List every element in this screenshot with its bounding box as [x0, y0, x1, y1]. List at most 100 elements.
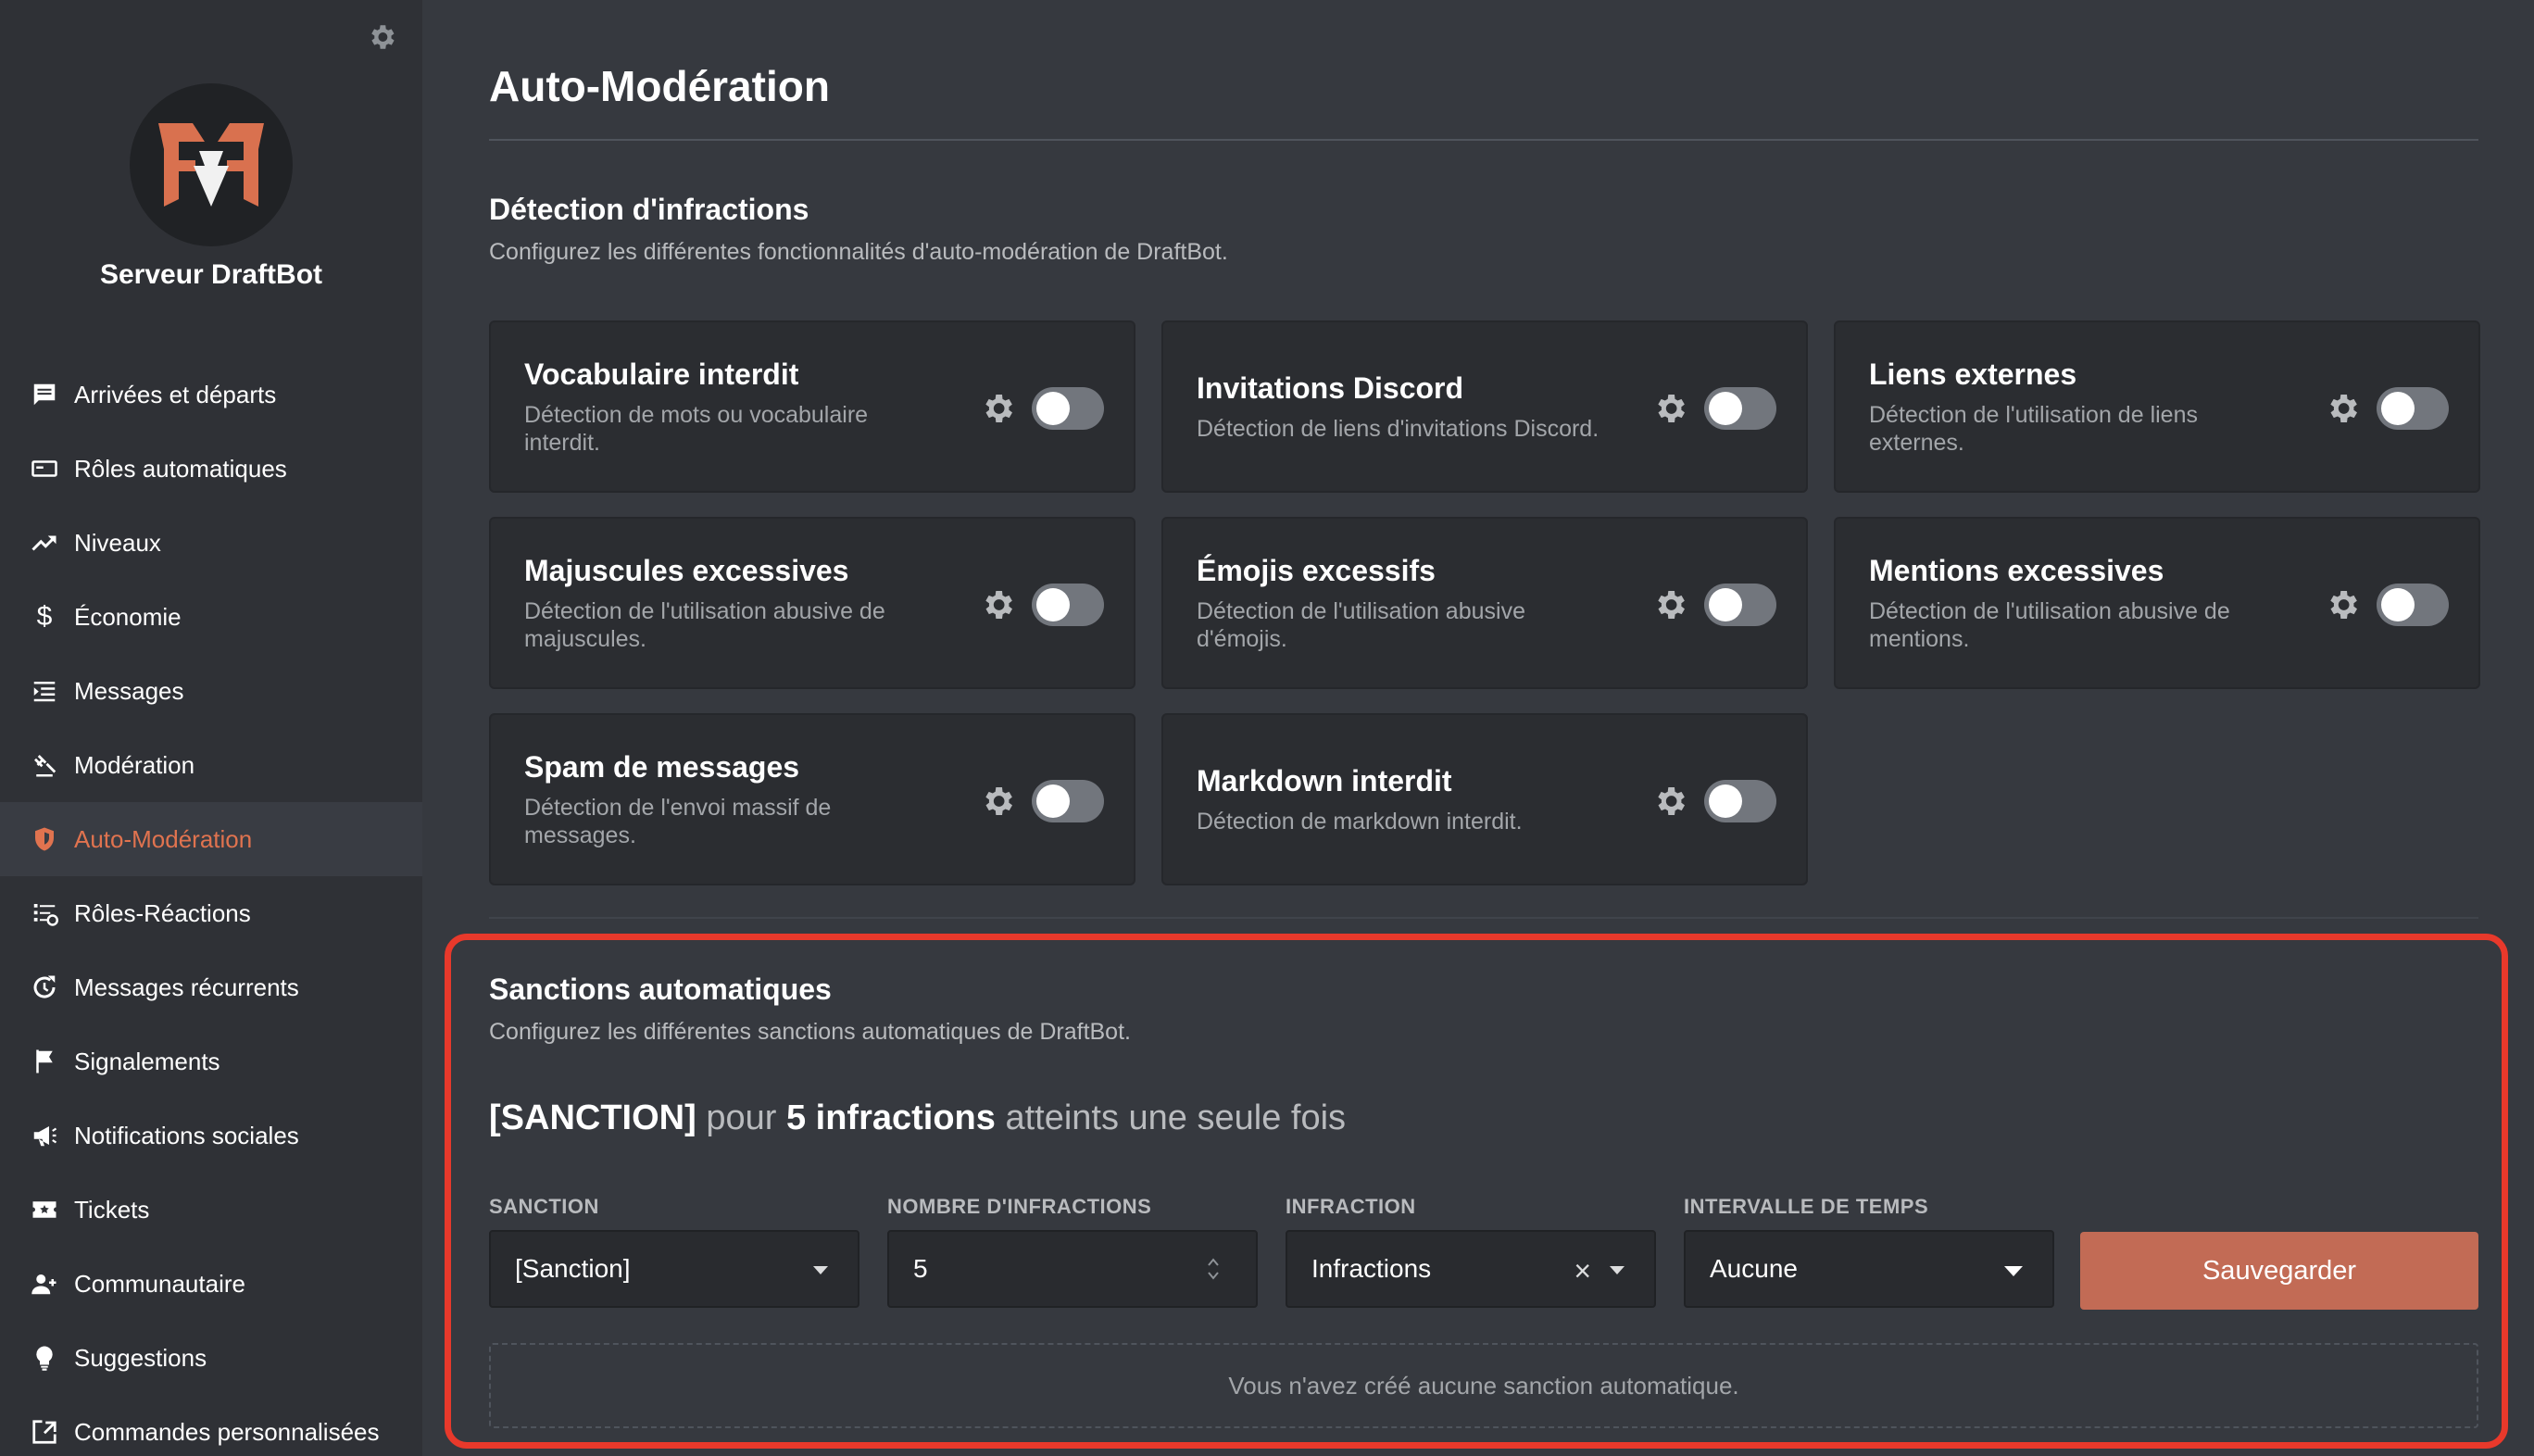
feature-toggle[interactable]	[1704, 387, 1776, 430]
feature-toggle[interactable]	[1704, 780, 1776, 822]
sidebar-item-label: Messages récurrents	[74, 973, 299, 1001]
toggle-knob	[2381, 588, 2415, 621]
card-description: Détection de markdown interdit.	[1197, 808, 1523, 835]
sidebar-item-economie[interactable]: $ Économie	[0, 580, 422, 654]
card-description: Détection de liens d'invitations Discord…	[1197, 415, 1599, 442]
settings-gear-icon[interactable]	[1650, 585, 1689, 624]
card-majuscules-excessives: Majuscules excessives Détection de l'uti…	[489, 517, 1135, 689]
card-description: Détection de mots ou vocabulaire interdi…	[524, 401, 869, 456]
detection-section-title: Détection d'infractions	[489, 193, 809, 226]
card-title: Émojis excessifs	[1197, 553, 1436, 587]
flag-icon	[28, 1045, 61, 1078]
toggle-knob	[1036, 588, 1070, 621]
card-emojis-excessifs: Émojis excessifs Détection de l'utilisat…	[1161, 517, 1808, 689]
sidebar-item-label: Signalements	[74, 1047, 220, 1075]
sidebar-item-label: Tickets	[74, 1195, 150, 1224]
id-card-icon	[28, 452, 61, 485]
server-settings-gear-icon[interactable]	[363, 19, 400, 56]
sidebar-item-auto-moderation[interactable]: Auto-Modération	[0, 802, 422, 876]
card-mentions-excessives: Mentions excessives Détection de l'utili…	[1834, 517, 2480, 689]
highlight-outline	[445, 934, 2508, 1449]
sidebar-item-label: Commandes personnalisées	[74, 1417, 380, 1446]
sidebar-item-commandes-personnalisees[interactable]: Commandes personnalisées	[0, 1395, 422, 1456]
toggle-knob	[1036, 784, 1070, 818]
settings-gear-icon[interactable]	[978, 389, 1017, 428]
feature-toggle[interactable]	[1032, 780, 1104, 822]
ticket-icon	[28, 1193, 61, 1226]
card-description: Détection de l'utilisation abusive de me…	[1869, 597, 2230, 652]
sidebar-item-moderation[interactable]: Modération	[0, 728, 422, 802]
toggle-knob	[1709, 784, 1742, 818]
sidebar-item-arrivees[interactable]: Arrivées et départs	[0, 358, 422, 432]
card-title: Majuscules excessives	[524, 553, 849, 587]
card-title: Spam de messages	[524, 749, 800, 784]
feature-toggle[interactable]	[2377, 584, 2449, 626]
sidebar-item-tickets[interactable]: Tickets	[0, 1173, 422, 1247]
toggle-knob	[1709, 588, 1742, 621]
card-title: Invitations Discord	[1197, 370, 1464, 405]
megaphone-icon	[28, 1119, 61, 1152]
sidebar-item-label: Suggestions	[74, 1343, 207, 1372]
settings-gear-icon[interactable]	[1650, 782, 1689, 821]
feature-toggle[interactable]	[1032, 584, 1104, 626]
settings-gear-icon[interactable]	[2323, 389, 2362, 428]
sidebar-item-suggestions[interactable]: Suggestions	[0, 1321, 422, 1395]
sidebar-item-label: Rôles automatiques	[74, 454, 287, 483]
settings-gear-icon[interactable]	[2323, 585, 2362, 624]
settings-gear-icon[interactable]	[978, 585, 1017, 624]
sidebar-item-label: Communautaire	[74, 1269, 245, 1298]
sidebar-item-messages[interactable]: Messages	[0, 654, 422, 728]
sidebar-item-communautaire[interactable]: Communautaire	[0, 1247, 422, 1321]
trending-up-icon	[28, 526, 61, 559]
sidebar-item-label: Messages	[74, 676, 184, 705]
sidebar-nav: Arrivées et départs Rôles automatiques N…	[0, 358, 422, 1456]
sidebar-item-signalements[interactable]: Signalements	[0, 1024, 422, 1098]
settings-gear-icon[interactable]	[1650, 389, 1689, 428]
card-spam-de-messages: Spam de messages Détection de l'envoi ma…	[489, 713, 1135, 885]
sidebar-item-label: Auto-Modération	[74, 824, 253, 853]
card-description: Détection de l'envoi massif de messages.	[524, 794, 832, 848]
toggle-knob	[1036, 392, 1070, 425]
card-invitations-discord: Invitations Discord Détection de liens d…	[1161, 320, 1808, 493]
card-vocabulaire-interdit: Vocabulaire interdit Détection de mots o…	[489, 320, 1135, 493]
sidebar-item-label: Rôles-Réactions	[74, 898, 251, 927]
sidebar-item-notifications-sociales[interactable]: Notifications sociales	[0, 1098, 422, 1173]
toggle-knob	[1709, 392, 1742, 425]
sidebar-item-niveaux[interactable]: Niveaux	[0, 506, 422, 580]
sidebar-item-messages-recurrents[interactable]: Messages récurrents	[0, 950, 422, 1024]
sidebar: Serveur DraftBot Arrivées et départs Rôl…	[0, 0, 422, 1456]
server-name: Serveur DraftBot	[99, 259, 323, 290]
lightbulb-icon	[28, 1341, 61, 1374]
card-description: Détection de l'utilisation abusive d'émo…	[1197, 597, 1525, 652]
card-description: Détection de l'utilisation de liens exte…	[1869, 401, 2198, 456]
card-liens-externes: Liens externes Détection de l'utilisatio…	[1834, 320, 2480, 493]
draftbot-logo-icon	[158, 123, 264, 207]
feature-toggle[interactable]	[2377, 387, 2449, 430]
sidebar-item-label: Économie	[74, 602, 182, 631]
add-command-icon	[28, 1415, 61, 1449]
refresh-icon	[28, 971, 61, 1004]
card-description: Détection de l'utilisation abusive de ma…	[524, 597, 885, 652]
card-title: Vocabulaire interdit	[524, 357, 799, 391]
divider	[489, 139, 2478, 141]
server-avatar	[130, 83, 293, 246]
feature-toggle[interactable]	[1704, 584, 1776, 626]
sidebar-item-label: Niveaux	[74, 528, 161, 557]
shield-icon	[28, 822, 61, 856]
card-title: Liens externes	[1869, 357, 2077, 391]
list-icon	[28, 674, 61, 708]
sidebar-item-label: Arrivées et départs	[74, 380, 277, 408]
feature-toggle[interactable]	[1032, 387, 1104, 430]
card-markdown-interdit: Markdown interdit Détection de markdown …	[1161, 713, 1808, 885]
settings-gear-icon[interactable]	[978, 782, 1017, 821]
toggle-knob	[2381, 392, 2415, 425]
card-title: Markdown interdit	[1197, 763, 1452, 797]
card-title: Mentions excessives	[1869, 553, 2164, 587]
divider	[489, 917, 2478, 919]
sidebar-item-roles-reactions[interactable]: Rôles-Réactions	[0, 876, 422, 950]
sidebar-item-roles-automatiques[interactable]: Rôles automatiques	[0, 432, 422, 506]
message-icon	[28, 378, 61, 411]
detection-section-description: Configurez les différentes fonctionnalit…	[489, 239, 1228, 265]
page-title: Auto-Modération	[489, 62, 830, 110]
dollar-icon: $	[36, 601, 53, 632]
